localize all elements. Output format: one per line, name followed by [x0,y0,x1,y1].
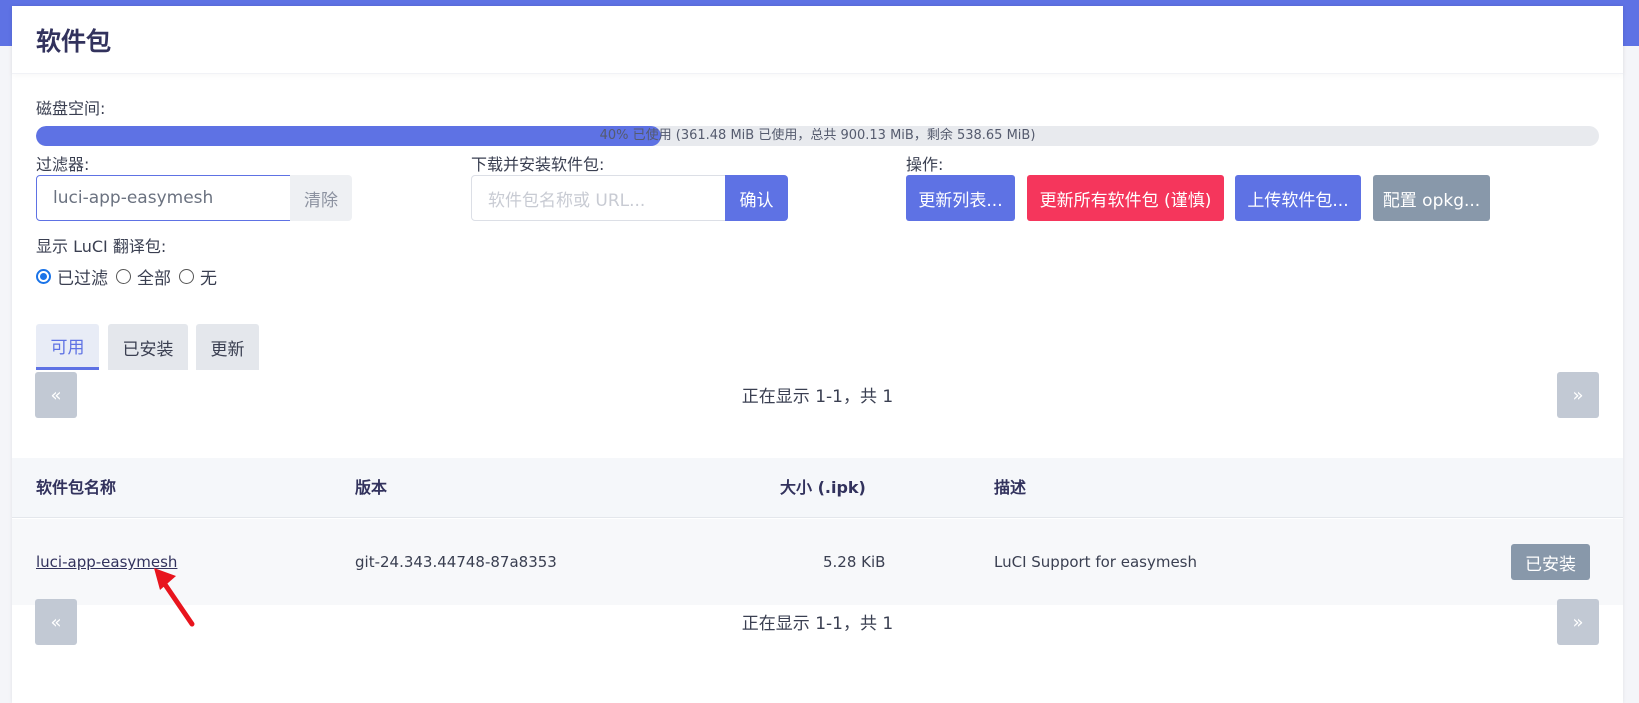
table-row: luci-app-easymesh git-24.343.44748-87a83… [12,519,1623,605]
page-title: 软件包 [36,26,112,56]
page-header: 软件包 [12,6,1623,74]
package-size: 5.28 KiB [823,553,886,571]
upload-package-button[interactable]: 上传软件包... [1235,175,1361,221]
package-url-input[interactable]: 软件包名称或 URL... [471,175,726,221]
radio-all-label: 全部 [137,269,171,289]
radio-filtered-label: 已过滤 [57,269,108,289]
column-header-size: 大小 (.ipk) [780,478,866,497]
next-page-button-bottom[interactable]: » [1557,599,1599,645]
radio-all[interactable] [116,269,131,284]
tab-updates[interactable]: 更新 [196,324,259,370]
tab-available[interactable]: 可用 [36,324,99,370]
packages-card: 软件包 磁盘空间: 40% 已使用 (361.48 MiB 已使用，总共 900… [12,6,1623,703]
translations-radio-group: 已过滤 全部 无 [36,264,225,289]
radio-none[interactable] [179,269,194,284]
package-version: git-24.343.44748-87a8353 [355,553,557,571]
column-header-description: 描述 [994,478,1027,497]
actions-label: 操作: [906,155,944,174]
disk-space-label: 磁盘空间: [36,99,106,118]
configure-opkg-button[interactable]: 配置 opkg... [1373,175,1490,221]
pager-status-bottom: 正在显示 1-1，共 1 [741,614,894,634]
confirm-button[interactable]: 确认 [725,175,788,221]
filter-label: 过滤器: [36,155,90,174]
update-lists-button[interactable]: 更新列表... [906,175,1015,221]
upgrade-all-button[interactable]: 更新所有软件包 (谨慎) [1027,175,1224,221]
package-description: LuCI Support for easymesh [994,553,1197,571]
column-header-version: 版本 [355,478,388,497]
table-header: 软件包名称 版本 大小 (.ipk) 描述 [12,458,1623,518]
disk-usage-bar: 40% 已使用 (361.48 MiB 已使用，总共 900.13 MiB，剩余… [36,126,1599,146]
column-header-name: 软件包名称 [36,478,117,497]
installed-button[interactable]: 已安装 [1511,544,1590,580]
translations-label: 显示 LuCI 翻译包: [36,237,167,256]
radio-filtered[interactable] [36,269,51,284]
clear-filter-button[interactable]: 清除 [290,175,352,221]
disk-usage-text: 40% 已使用 (361.48 MiB 已使用，总共 900.13 MiB，剩余… [599,128,1036,143]
next-page-button-top[interactable]: » [1557,372,1599,418]
radio-none-label: 无 [200,269,217,289]
download-label: 下载并安装软件包: [471,155,605,174]
tab-installed[interactable]: 已安装 [108,324,188,370]
filter-input[interactable]: luci-app-easymesh [36,175,291,221]
red-arrow-annotation [154,568,195,627]
pager-status-top: 正在显示 1-1，共 1 [741,387,894,407]
